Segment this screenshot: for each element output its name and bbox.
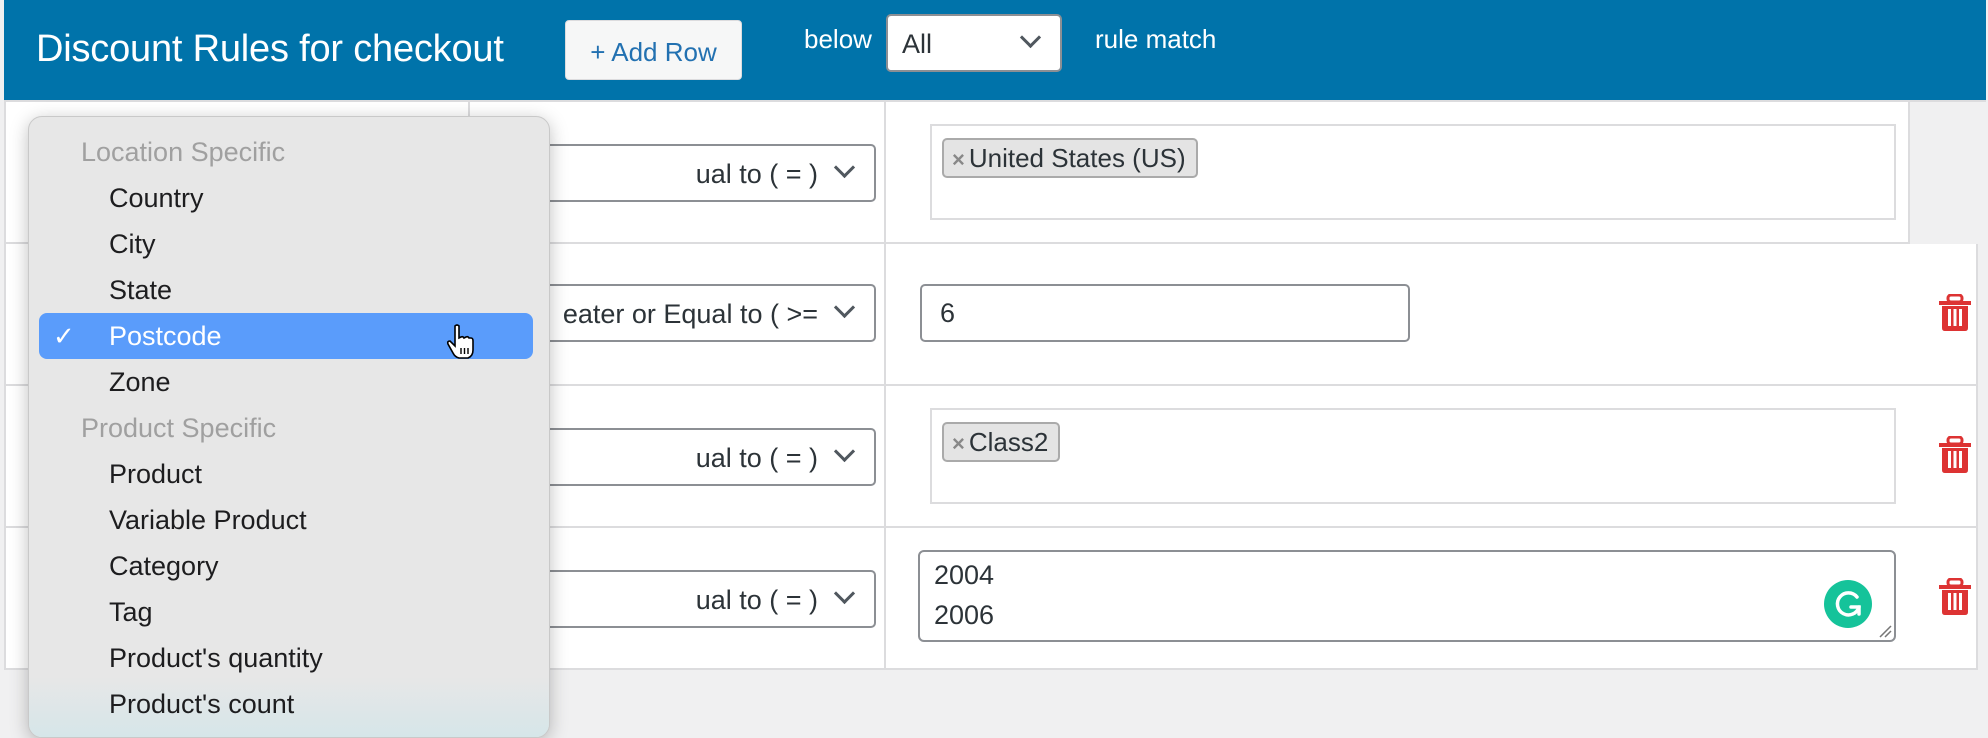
grammarly-icon[interactable] [1824, 580, 1872, 628]
below-label: below [804, 24, 872, 54]
column-divider [884, 386, 886, 526]
textarea-line: 2004 [934, 560, 995, 590]
option-zone[interactable]: Zone [39, 359, 533, 405]
option-label: Postcode [109, 321, 222, 351]
rule-match-value: All [902, 29, 933, 59]
resize-handle-icon[interactable] [1878, 624, 1892, 638]
class-tag-input[interactable]: × Class2 [930, 408, 1896, 504]
option-label: Product's count [109, 689, 295, 719]
option-state[interactable]: State [39, 267, 533, 313]
value-text: 6 [940, 298, 956, 328]
option-country[interactable]: Country [39, 175, 533, 221]
column-divider [884, 102, 886, 242]
country-tag-input[interactable]: × United States (US) [930, 124, 1896, 220]
remove-tag-icon[interactable]: × [952, 147, 965, 172]
value-input[interactable]: 6 [920, 284, 1410, 342]
option-label: State [109, 275, 173, 305]
action-cell [1906, 528, 1978, 670]
tag-label: Class2 [968, 427, 1049, 457]
option-product[interactable]: Product [39, 451, 533, 497]
option-variable-product[interactable]: Variable Product [39, 497, 533, 543]
tag-chip: × United States (US) [942, 138, 1198, 178]
action-cell [1906, 244, 1978, 386]
option-tag[interactable]: Tag [39, 589, 533, 635]
optgroup-location: Location Specific [39, 129, 533, 175]
option-label: Zone [109, 367, 171, 397]
chevron-down-icon [833, 296, 856, 319]
remove-tag-icon[interactable]: × [952, 431, 965, 456]
tag-label: United States (US) [968, 143, 1186, 173]
option-label: Tag [109, 597, 153, 627]
option-label: Location Specific [81, 137, 286, 167]
operator-value: ual to ( = ) [695, 443, 818, 473]
postcode-textarea[interactable]: 2004 2006 [918, 550, 1896, 642]
checkmark-icon: ✓ [53, 321, 75, 351]
header-bar: Discount Rules for checkout + Add Row be… [4, 0, 1986, 102]
option-label: Country [109, 183, 204, 213]
empty-action-cell [1908, 102, 1986, 244]
condition-type-dropdown: Location Specific Country City State ✓ P… [28, 116, 550, 738]
rule-match-select[interactable]: All [886, 14, 1062, 72]
operator-value: eater or Equal to ( >= [562, 299, 818, 329]
column-divider [884, 528, 886, 668]
option-products-count[interactable]: Product's count [39, 681, 533, 727]
option-label: Variable Product [109, 505, 307, 535]
option-city[interactable]: City [39, 221, 533, 267]
action-cell [1906, 386, 1978, 528]
option-category[interactable]: Category [39, 543, 533, 589]
add-row-button[interactable]: + Add Row [565, 20, 742, 80]
tag-chip: × Class2 [942, 422, 1061, 462]
page-title: Discount Rules for checkout [36, 28, 504, 70]
option-label: Category [109, 551, 219, 581]
column-divider [884, 244, 886, 384]
chevron-down-icon [1019, 26, 1042, 49]
textarea-line: 2006 [934, 600, 995, 630]
chevron-down-icon [833, 156, 856, 179]
trash-icon[interactable] [1938, 294, 1972, 332]
option-products-quantity[interactable]: Product's quantity [39, 635, 533, 681]
trash-icon[interactable] [1938, 578, 1972, 616]
hand-pointer-cursor-icon [446, 324, 474, 359]
option-label: Product [109, 459, 203, 489]
option-label: Product's quantity [109, 643, 323, 673]
optgroup-product: Product Specific [39, 405, 533, 451]
chevron-down-icon [833, 440, 856, 463]
option-label: Product Specific [81, 413, 277, 443]
operator-value: ual to ( = ) [695, 159, 818, 189]
operator-value: ual to ( = ) [695, 585, 818, 615]
trash-icon[interactable] [1938, 436, 1972, 474]
chevron-down-icon [833, 582, 856, 605]
option-label: City [109, 229, 156, 259]
rule-match-label: rule match [1095, 24, 1217, 54]
